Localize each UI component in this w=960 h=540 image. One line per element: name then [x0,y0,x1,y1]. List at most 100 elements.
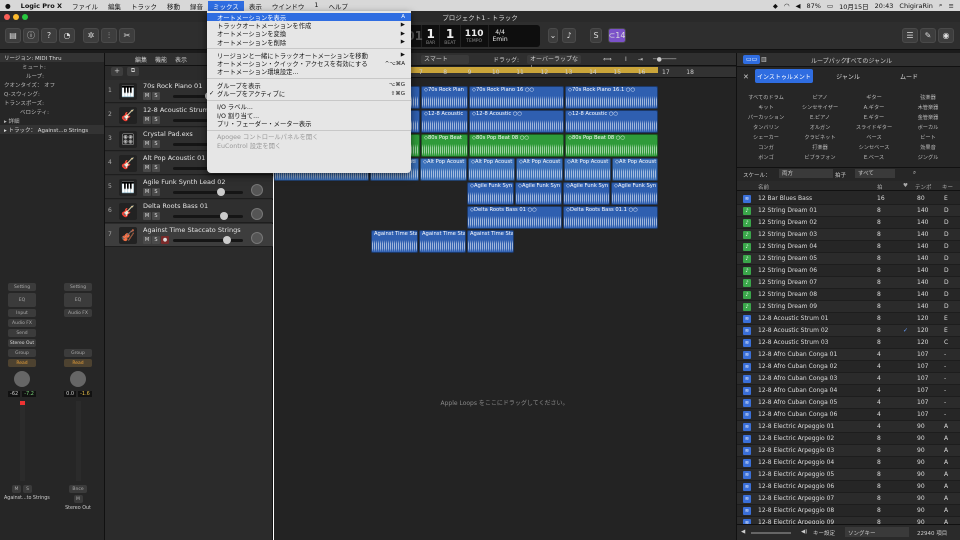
loop-row[interactable]: ≋ 12-8 Afro Cuban Conga 01 4 107 - [737,349,960,361]
functions-menu[interactable]: 機能 [155,55,167,64]
menu-2[interactable]: トラック [126,1,162,11]
tab-genre[interactable]: ジャンル [817,69,879,83]
track-volume-slider[interactable] [173,239,243,242]
menu-1[interactable]: 編集 [103,1,126,11]
audio-region[interactable]: ◇12-8 Acoustic ○○ [565,110,658,133]
lcd-display[interactable]: 001 1BAR 1BEAT 110TEMPO 4/4Emin [398,25,540,47]
audio-region[interactable]: ◇Agile Funk Syn [611,182,658,205]
loop-row[interactable]: ≋ 12-8 Electric Arpeggio 05 8 90 A [737,469,960,481]
output-button[interactable]: Stereo Out [8,339,36,347]
track-name[interactable]: Alt Pop Acoustic 01 [143,154,205,162]
view-menu[interactable]: 表示 [175,55,187,64]
eq-button[interactable]: EQ [8,293,36,307]
audio-region[interactable]: ◇Delta Roots Bass 01.1 ○○ [563,206,658,229]
apple-menu-icon[interactable]: ● [0,2,16,10]
solo-button[interactable]: S [152,116,160,124]
solo-button[interactable]: S [152,92,160,100]
menu-0[interactable]: ファイル [67,1,103,11]
keyword-button[interactable]: タンバリン [741,124,791,131]
file-view-icon[interactable]: ▥ [761,56,767,63]
quick-help-button[interactable]: ? [41,28,57,43]
mix-menu-item[interactable]: オートメーション環境設定... [207,68,411,76]
keyword-button[interactable]: E.ベース [849,154,899,161]
audio-region[interactable]: ◇Agile Funk Syn [515,182,562,205]
track-name[interactable]: Crystal Pad.exs [143,130,193,138]
loop-row[interactable]: ♪ 12 String Dream 07 8 140 D [737,277,960,289]
keyword-button[interactable]: 金管楽器 [903,114,953,121]
loop-row[interactable]: ♪ 12 String Dream 02 8 140 D [737,217,960,229]
smart-controls-button[interactable]: ✲ [83,28,99,43]
menu-9[interactable]: ヘルプ [323,1,353,11]
notification-icon[interactable]: ≡ [949,2,954,10]
col-key[interactable]: キー [942,183,953,191]
audio-region[interactable]: ◇80s Pop Beat 08 ○○ [469,134,564,157]
audio-region[interactable]: ◇Delta Roots Bass 01 ○○ [467,206,562,229]
audio-region[interactable]: ◇12-8 Acoustic ○○ [469,110,564,133]
solo-button[interactable]: S [152,164,160,172]
lcd-signature[interactable]: 4/4 [495,29,505,36]
track-name[interactable]: 70s Rock Piano 01 [143,82,202,90]
audio-region[interactable]: ◇Alt Pop Acoust [516,158,563,181]
mix-menu-item[interactable]: オートメーションを削除 ▶ [207,38,411,47]
track-pan-knob[interactable] [251,208,263,220]
fader[interactable] [75,401,81,481]
keyword-button[interactable]: ギター [849,94,899,101]
dropbox-icon[interactable]: ◆ [773,2,778,10]
zoom-slider[interactable]: ─●──── [653,56,676,63]
mute-button[interactable]: M [143,92,151,100]
favorite-icon[interactable]: ♥ [903,183,908,189]
fader[interactable] [19,401,25,481]
count-in-button[interactable]: ⊂14 [608,28,626,43]
solo-button[interactable]: S [152,236,160,244]
menu-app[interactable]: Logic Pro X [16,2,67,10]
track-volume-knob[interactable] [220,212,228,220]
reset-icon[interactable]: ✕ [743,73,749,81]
edit-menu[interactable]: 編集 [135,55,147,64]
library-button[interactable]: ▤ [5,28,21,43]
keyword-button[interactable]: ベース [849,134,899,141]
keyword-button[interactable]: ピアノ [795,94,845,101]
instrument-icon[interactable]: 🎹 [119,179,137,196]
audio-region[interactable]: ◇70s Rock Pian [421,86,468,109]
inspector-button[interactable]: ⓘ [23,28,39,43]
volume-icon[interactable]: ◀ [796,2,801,10]
instrument-icon[interactable]: 🎸 [119,107,137,124]
audio-region[interactable]: ◇12-8 Acoustic [421,110,468,133]
keyword-button[interactable]: ボンゴ [741,154,791,161]
mix-menu-item[interactable]: プリ・フェーダー・メーター表示 [207,119,411,128]
mix-menu-item[interactable]: ✓ グループをアクティブに ⇧⌘G [207,89,411,98]
keyword-button[interactable]: オルガン [795,124,845,131]
keyword-button[interactable]: クラビネット [795,134,845,141]
mute-button[interactable]: M [12,485,21,493]
keyword-button[interactable]: シンセベース [849,144,899,151]
automation-read-button[interactable]: Read [8,359,36,367]
keyword-button[interactable]: シェーカー [741,134,791,141]
loop-row[interactable]: ♪ 12 String Dream 08 8 140 D [737,289,960,301]
pan-knob[interactable] [70,371,86,387]
col-name[interactable]: 名前 [758,183,769,191]
loop-row[interactable]: ≋ 12-8 Electric Arpeggio 07 8 90 A [737,493,960,505]
minimize-button[interactable] [13,14,19,20]
user-name[interactable]: ChigiraRin [899,2,933,10]
instrument-icon[interactable]: 🎛 [119,131,137,148]
track-header[interactable]: ▸ トラック： Against...o Strings [0,125,104,134]
loop-row[interactable]: ≋ 12-8 Acoustic Strum 01 8 120 E [737,313,960,325]
audio-fx-button[interactable]: Audio FX [8,319,36,327]
keyword-button[interactable]: E.ピアノ [795,114,845,121]
loop-favorite[interactable]: ✓ [903,327,908,334]
keyword-button[interactable]: パーカッション [741,114,791,121]
keyword-button[interactable]: 効果音 [903,144,953,151]
loop-row[interactable]: ♪ 12 String Dream 04 8 140 D [737,241,960,253]
keyword-button[interactable]: 打楽器 [795,144,845,151]
keyword-button[interactable]: 木管楽器 [903,104,953,111]
loop-view-icon[interactable]: ▭▭ [743,55,761,64]
global-tracks-button[interactable]: ⧉ [127,67,139,76]
setting-button[interactable]: Setting [64,283,92,291]
group-button[interactable]: Group [64,349,92,357]
menu-6[interactable]: 表示 [244,1,267,11]
audio-region[interactable]: ◇70s Rock Piano 16.1 ○○ [565,86,658,109]
track-volume-slider[interactable] [173,215,243,218]
toolbar-button[interactable]: ◔ [59,28,75,43]
list-editors-button[interactable]: ☰ [902,28,918,43]
keyword-button[interactable]: E.ギター [849,114,899,121]
